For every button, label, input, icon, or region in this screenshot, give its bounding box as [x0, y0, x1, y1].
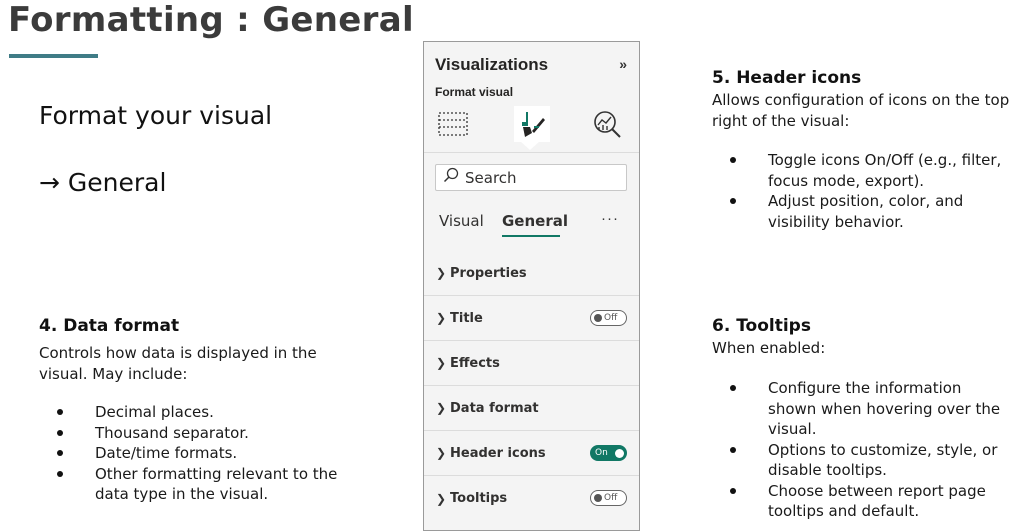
tooltips-toggle[interactable]: Off [590, 490, 627, 506]
search-placeholder: Search [465, 168, 517, 187]
chevron-right-icon: ❯ [436, 311, 447, 325]
section-label: Properties [450, 265, 527, 281]
collapse-pane-icon[interactable]: » [619, 56, 627, 72]
title-toggle[interactable]: Off [590, 310, 627, 326]
divider [424, 152, 639, 153]
format-brush-icon[interactable] [514, 106, 550, 142]
toggle-state: On [595, 448, 608, 458]
toggle-state: Off [604, 493, 618, 503]
list-item: Date/time formats. [39, 443, 339, 464]
section-tooltips[interactable]: ❯ Tooltips Off [424, 476, 639, 521]
list-item: Thousand separator. [39, 423, 339, 444]
header-icons-toggle[interactable]: On [590, 445, 627, 461]
tab-visual[interactable]: Visual [439, 212, 484, 230]
toggle-knob [615, 448, 624, 458]
list-item: Toggle icons On/Off (e.g., filter, focus… [712, 150, 1017, 191]
header-icons-heading: 5. Header icons [712, 68, 862, 88]
search-icon [443, 167, 459, 188]
section-properties[interactable]: ❯ Properties [424, 251, 639, 296]
tab-active-underline [502, 235, 560, 237]
section-effects[interactable]: ❯ Effects [424, 341, 639, 386]
toggle-knob [594, 494, 602, 502]
tooltips-description: When enabled: [712, 339, 826, 357]
more-options-icon[interactable]: ··· [601, 210, 619, 227]
list-item: Options to customize, style, or disable … [712, 440, 1012, 481]
section-data-format[interactable]: ❯ Data format [424, 386, 639, 431]
chevron-right-icon: ❯ [436, 491, 447, 506]
section-label: Header icons [450, 445, 546, 461]
section-label: Effects [450, 355, 500, 371]
data-format-list: Decimal places. Thousand separator. Date… [39, 402, 339, 505]
analytics-icon[interactable] [590, 106, 626, 142]
section-label: Title [450, 310, 483, 326]
visualizations-pane: Visualizations » Format visual Search Vi… [423, 41, 640, 531]
tab-general[interactable]: General [502, 212, 568, 230]
format-visual-label: Format visual [435, 85, 514, 99]
chevron-right-icon: ❯ [436, 401, 447, 415]
data-format-description: Controls how data is displayed in the vi… [39, 344, 317, 383]
title-underline [9, 54, 98, 58]
tooltips-list: Configure the information shown when hov… [712, 378, 1012, 522]
toggle-state: Off [604, 313, 618, 323]
section-label: Tooltips [450, 491, 508, 506]
header-icons-list: Toggle icons On/Off (e.g., filter, focus… [712, 150, 1017, 232]
slide-title: Formatting : General [8, 0, 414, 40]
list-item: Other formatting relevant to the data ty… [39, 464, 339, 505]
active-tab-pointer [521, 142, 539, 150]
list-item: Configure the information shown when hov… [712, 378, 1012, 440]
subtitle-general: → General [39, 168, 167, 197]
pane-title: Visualizations [435, 55, 549, 74]
list-item: Adjust position, color, and visibility b… [712, 191, 1017, 232]
chevron-right-icon: ❯ [436, 446, 447, 460]
chevron-right-icon: ❯ [436, 266, 447, 280]
tooltips-heading: 6. Tooltips [712, 316, 811, 336]
section-title[interactable]: ❯ Title Off [424, 296, 639, 341]
build-visual-icon[interactable] [435, 106, 471, 142]
search-input[interactable]: Search [435, 164, 627, 191]
toggle-knob [594, 314, 602, 322]
section-header-icons[interactable]: ❯ Header icons On [424, 431, 639, 476]
data-format-heading: 4. Data format [39, 316, 180, 336]
subtitle-format-visual: Format your visual [39, 101, 273, 130]
header-icons-description: Allows configuration of icons on the top… [712, 91, 1010, 130]
list-item: Choose between report page tooltips and … [712, 481, 1012, 522]
format-sections: ❯ Properties ❯ Title Off ❯ Effects ❯ Dat… [424, 251, 639, 521]
section-label: Data format [450, 400, 539, 416]
list-item: Decimal places. [39, 402, 339, 423]
chevron-right-icon: ❯ [436, 356, 447, 370]
